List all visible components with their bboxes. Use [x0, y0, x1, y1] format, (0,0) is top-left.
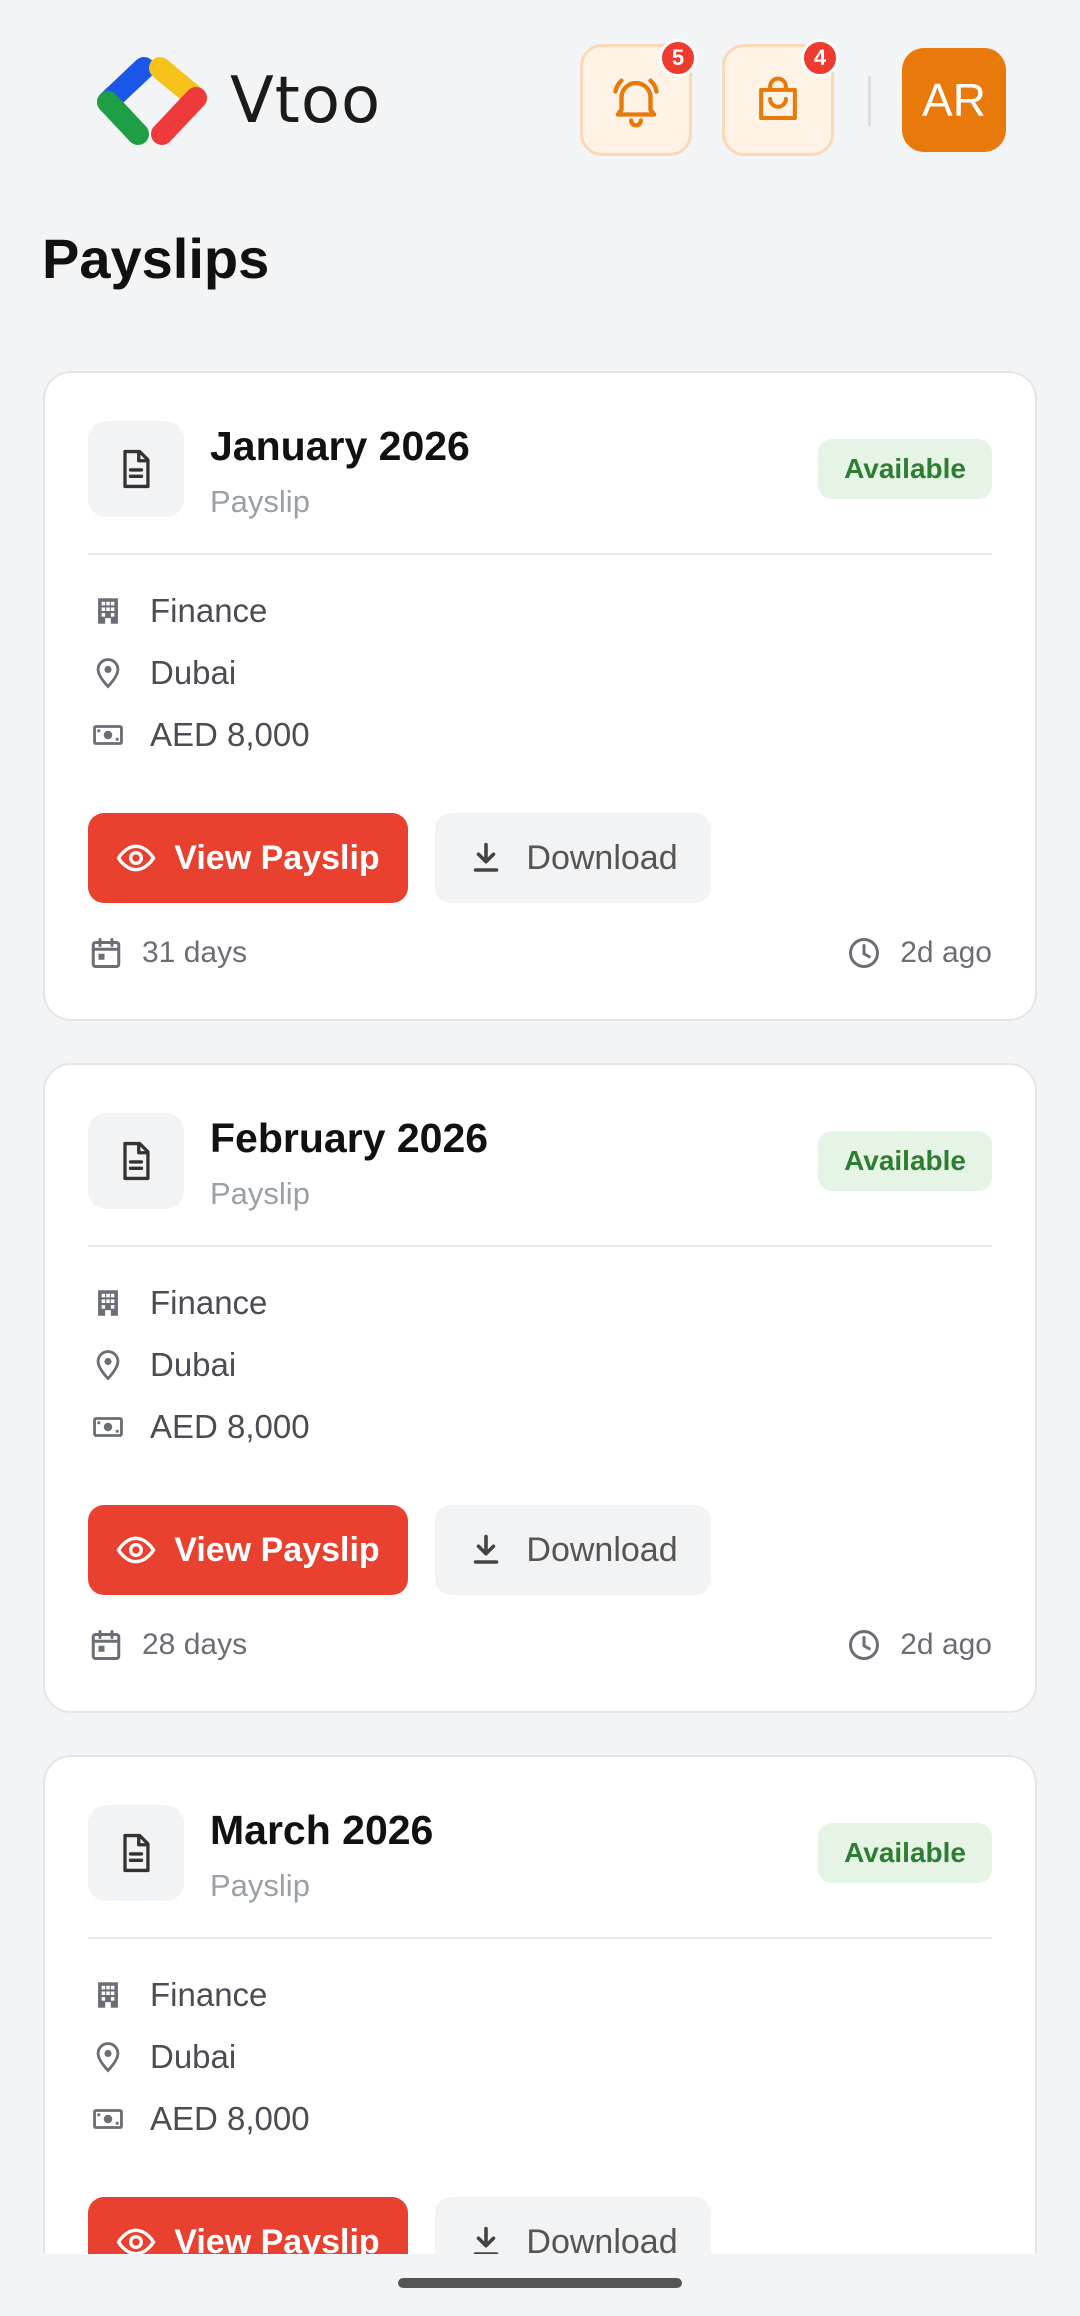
- amount-row: AED 8,000: [88, 715, 310, 755]
- money-icon: [88, 2099, 128, 2139]
- location-pin-icon: [88, 2037, 128, 2077]
- duration-meta: 28 days: [88, 1627, 247, 1663]
- document-icon-box: [88, 421, 184, 517]
- home-indicator[interactable]: [398, 2278, 682, 2288]
- payslip-card[interactable]: February 2026 Payslip Available Finance …: [43, 1063, 1037, 1713]
- shopping-bag-icon: [759, 76, 797, 121]
- download-label: Download: [526, 1530, 678, 1569]
- duration-label: 28 days: [142, 1628, 248, 1661]
- location-label: Dubai: [150, 654, 237, 691]
- amount-row: AED 8,000: [88, 2099, 310, 2139]
- department-row: Finance: [88, 1975, 267, 2015]
- location-pin-icon: [88, 1345, 128, 1385]
- department-label: Finance: [150, 1284, 268, 1321]
- cart-badge: 4: [801, 39, 839, 77]
- payslip-title: March 2026: [210, 1807, 434, 1853]
- department-label: Finance: [150, 1976, 268, 2013]
- updated-meta: 2d ago: [846, 935, 992, 971]
- status-badge: Available: [818, 1131, 992, 1191]
- clock-icon: [849, 938, 880, 968]
- amount-label: AED 8,000: [150, 1408, 310, 1445]
- bell-icon: [613, 78, 659, 128]
- app-logo[interactable]: Vtoo: [92, 56, 381, 146]
- document-icon-box: [88, 1805, 184, 1901]
- vtoo-logo-mark: [97, 57, 207, 145]
- card-divider: [88, 553, 992, 555]
- building-icon: [88, 591, 128, 631]
- location-pin-icon: [88, 653, 128, 693]
- download-label: Download: [526, 838, 678, 877]
- status-badge: Available: [818, 439, 992, 499]
- payslip-subtitle: Payslip: [210, 484, 310, 519]
- payslip-card[interactable]: January 2026 Payslip Available Finance D…: [43, 371, 1037, 1021]
- app-name: Vtoo: [230, 64, 382, 138]
- view-payslip-label: View Payslip: [174, 1530, 380, 1569]
- document-icon: [123, 1141, 150, 1181]
- duration-label: 31 days: [142, 936, 248, 969]
- building-icon: [88, 1975, 128, 2015]
- location-label: Dubai: [150, 1346, 237, 1383]
- status-badge: Available: [818, 1823, 992, 1883]
- amount-row: AED 8,000: [88, 1407, 310, 1447]
- cart-button[interactable]: 4: [722, 39, 839, 156]
- download-button[interactable]: Download: [435, 1505, 711, 1595]
- location-row: Dubai: [88, 2037, 236, 2077]
- payslip-subtitle: Payslip: [210, 1868, 310, 1903]
- app-header: Vtoo 5 4 AR: [0, 0, 1080, 200]
- payslips-screen: Vtoo 5 4 AR Payslips January 2026 Paysli…: [0, 0, 1080, 2316]
- updated-label: 2d ago: [900, 1628, 992, 1661]
- location-row: Dubai: [88, 653, 236, 693]
- payslip-title: February 2026: [210, 1115, 489, 1161]
- avatar[interactable]: AR: [902, 48, 1006, 152]
- document-icon-box: [88, 1113, 184, 1209]
- updated-meta: 2d ago: [846, 1627, 992, 1663]
- updated-label: 2d ago: [900, 936, 992, 969]
- notifications-button[interactable]: 5: [580, 39, 697, 156]
- department-row: Finance: [88, 591, 267, 631]
- view-payslip-button[interactable]: View Payslip: [88, 1505, 408, 1595]
- page-title: Payslips: [42, 227, 270, 290]
- card-divider: [88, 1937, 992, 1939]
- department-row: Finance: [88, 1283, 267, 1323]
- view-payslip-button[interactable]: View Payslip: [88, 813, 408, 903]
- view-payslip-label: View Payslip: [174, 838, 380, 877]
- calendar-icon: [91, 1630, 121, 1660]
- building-icon: [88, 1283, 128, 1323]
- money-icon: [88, 715, 128, 755]
- eye-icon: [116, 1536, 156, 1564]
- card-divider: [88, 1245, 992, 1247]
- payslip-subtitle: Payslip: [210, 1176, 310, 1211]
- download-icon: [474, 1534, 499, 1564]
- duration-meta: 31 days: [88, 935, 247, 971]
- payslip-title: January 2026: [210, 423, 470, 469]
- header-divider: [868, 76, 871, 126]
- document-icon: [123, 1833, 150, 1873]
- department-label: Finance: [150, 592, 268, 629]
- download-icon: [474, 842, 499, 872]
- location-row: Dubai: [88, 1345, 236, 1385]
- document-icon: [123, 449, 150, 489]
- payslip-card[interactable]: March 2026 Payslip Available Finance Dub…: [43, 1755, 1037, 2316]
- money-icon: [88, 1407, 128, 1447]
- location-label: Dubai: [150, 2038, 237, 2075]
- amount-label: AED 8,000: [150, 2100, 310, 2137]
- amount-label: AED 8,000: [150, 716, 310, 753]
- calendar-icon: [91, 938, 121, 968]
- notifications-badge: 5: [659, 39, 697, 77]
- clock-icon: [849, 1630, 880, 1660]
- eye-icon: [116, 844, 156, 872]
- download-button[interactable]: Download: [435, 813, 711, 903]
